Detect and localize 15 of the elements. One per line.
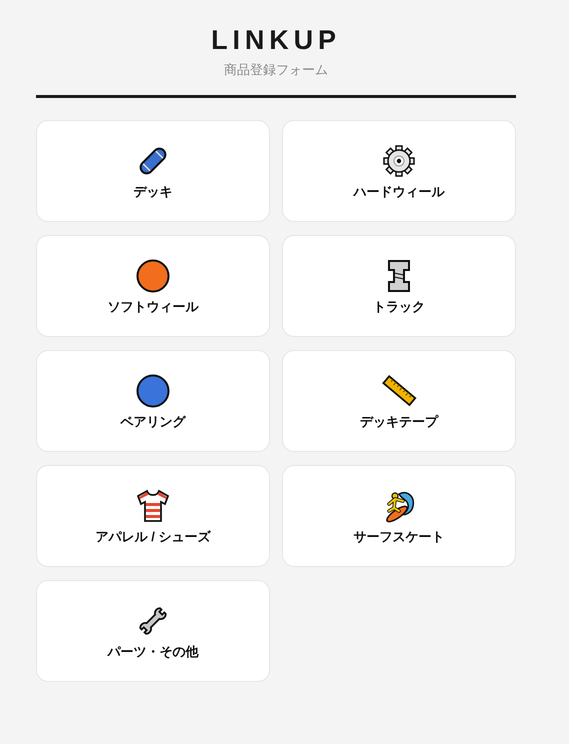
gear-icon xyxy=(381,143,417,179)
shirt-icon xyxy=(135,488,171,524)
circle-icon xyxy=(135,258,171,294)
category-card[interactable]: パーツ・その他 xyxy=(36,580,270,682)
category-card[interactable]: サーフスケート xyxy=(282,465,516,567)
category-card[interactable]: アパレル / シューズ xyxy=(36,465,270,567)
circle-icon xyxy=(135,373,171,409)
form-subtitle: 商品登録フォーム xyxy=(224,61,328,79)
category-card[interactable]: ハードウィール xyxy=(282,120,516,222)
category-card[interactable]: ソフトウィール xyxy=(36,235,270,337)
category-card[interactable]: デッキテープ xyxy=(282,350,516,452)
app-title: LINKUP xyxy=(211,24,341,57)
category-card[interactable]: トラック xyxy=(282,235,516,337)
category-card[interactable]: ベアリング xyxy=(36,350,270,452)
category-card[interactable]: デッキ xyxy=(36,120,270,222)
